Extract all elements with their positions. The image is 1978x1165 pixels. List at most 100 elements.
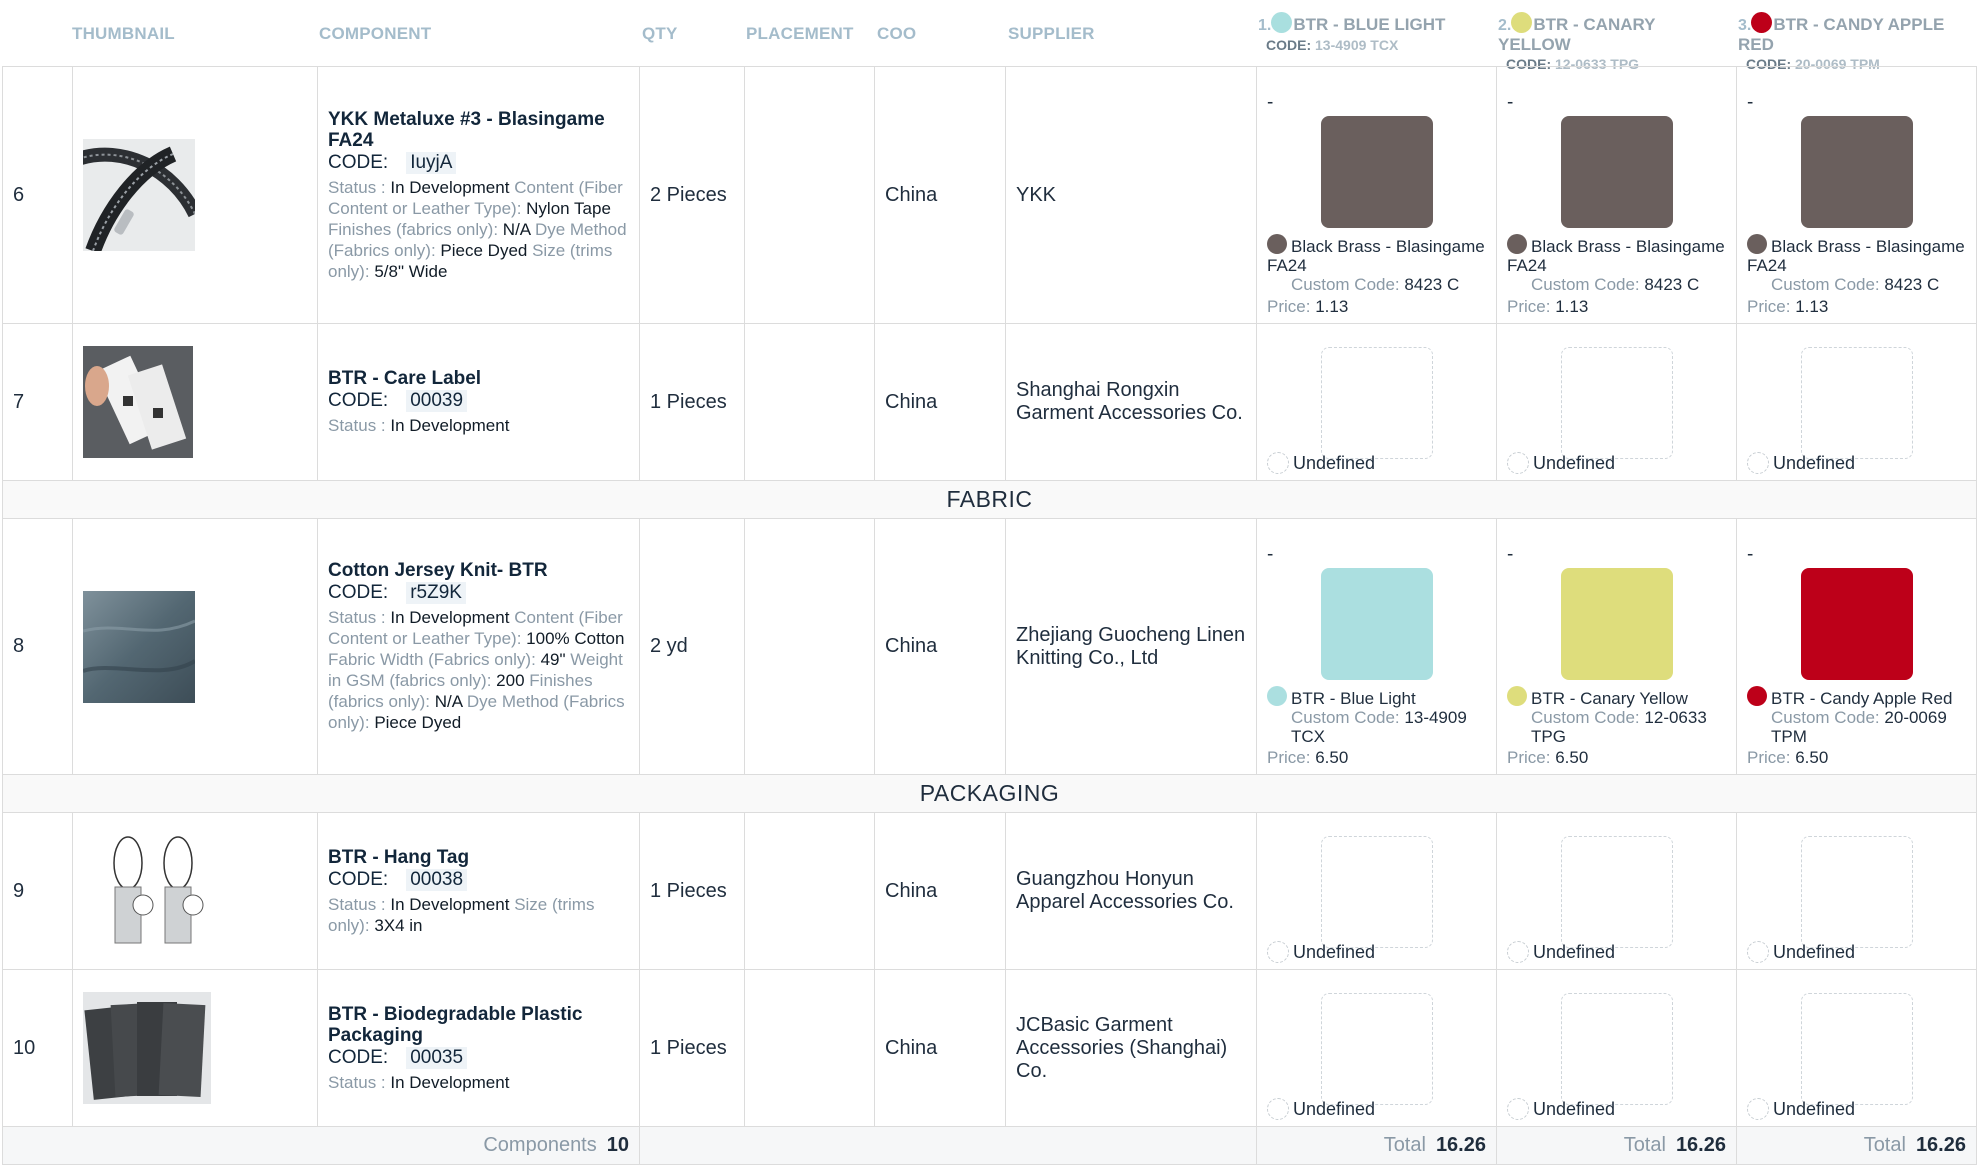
color-cell[interactable]: Undefined: [1736, 323, 1977, 481]
component-cell[interactable]: BTR - Care Label CODE: 00039 Status : In …: [317, 323, 640, 481]
material-swatch[interactable]: [1800, 116, 1913, 228]
color-cell[interactable]: Undefined: [1496, 323, 1737, 481]
material-swatch[interactable]: [1320, 567, 1433, 680]
dash-text: -: [1267, 92, 1274, 113]
qty-cell[interactable]: 2 Pieces: [639, 66, 745, 324]
material-info: BTR - Blue Light Custom Code: 13-4909 TCX: [1267, 685, 1486, 746]
column-header-component[interactable]: COMPONENT: [319, 24, 431, 44]
material-swatch[interactable]: [1800, 567, 1913, 680]
color-header-code: CODE: 13-4909 TCX: [1266, 37, 1399, 53]
column-header-qty[interactable]: QTY: [642, 24, 678, 44]
empty-dot-icon: [1507, 1098, 1529, 1120]
supplier-cell[interactable]: YKK: [1005, 66, 1257, 324]
placement-cell[interactable]: [744, 323, 875, 481]
placement-cell[interactable]: [744, 518, 875, 775]
color-cell[interactable]: - Black Brass - Blasingame FA24 Custom Co…: [1256, 66, 1497, 324]
color-cell[interactable]: Undefined: [1496, 969, 1737, 1127]
color-cell[interactable]: - Black Brass - Blasingame FA24 Custom Co…: [1736, 66, 1977, 324]
color-cell[interactable]: Undefined: [1256, 969, 1497, 1127]
hang-tag-thumbnail[interactable]: [83, 835, 223, 947]
empty-dot-icon: [1747, 1098, 1769, 1120]
packaging-thumbnail[interactable]: [83, 992, 211, 1104]
empty-swatch[interactable]: [1320, 347, 1433, 459]
empty-swatch[interactable]: [1320, 993, 1433, 1105]
empty-swatch[interactable]: [1800, 836, 1913, 948]
color-cell[interactable]: Undefined: [1256, 812, 1497, 970]
empty-swatch[interactable]: [1560, 347, 1673, 459]
qty-cell[interactable]: 1 Pieces: [639, 323, 745, 481]
color-header-1[interactable]: 1. BTR - BLUE LIGHT CODE: 13-4909 TCX: [1258, 12, 1468, 55]
care-label-thumbnail[interactable]: [83, 346, 193, 458]
empty-swatch[interactable]: [1560, 993, 1673, 1105]
component-name[interactable]: Cotton Jersey Knit- BTR: [328, 560, 629, 581]
table-row[interactable]: 6 YKK Metaluxe #3 - Blasingame FA24 CODE…: [2, 66, 1977, 324]
fabric-thumbnail[interactable]: [83, 590, 195, 703]
component-name[interactable]: YKK Metaluxe #3 - Blasingame FA24: [328, 109, 629, 151]
component-name[interactable]: BTR - Care Label: [328, 368, 629, 389]
component-cell[interactable]: YKK Metaluxe #3 - Blasingame FA24 CODE: I…: [317, 66, 640, 324]
thumbnail-cell: [72, 969, 318, 1127]
table-row[interactable]: 8 Cotton Jersey Knit- BTR CODE: r5Z9K Sta…: [2, 518, 1977, 775]
placement-cell[interactable]: [744, 969, 875, 1127]
placement-cell[interactable]: [744, 66, 875, 324]
color-cell[interactable]: - Black Brass - Blasingame FA24 Custom Co…: [1496, 66, 1737, 324]
section-row-packaging: PACKAGING: [2, 774, 1977, 813]
column-header-placement[interactable]: PLACEMENT: [746, 24, 854, 44]
empty-swatch[interactable]: [1800, 347, 1913, 459]
color-cell[interactable]: Undefined: [1736, 969, 1977, 1127]
material-swatch[interactable]: [1560, 567, 1673, 680]
component-name[interactable]: BTR - Hang Tag: [328, 847, 629, 868]
empty-swatch[interactable]: [1800, 993, 1913, 1105]
component-code: CODE: 00039: [328, 390, 629, 412]
qty-cell[interactable]: 1 Pieces: [639, 812, 745, 970]
qty-cell[interactable]: 2 yd: [639, 518, 745, 775]
column-header-supplier[interactable]: SUPPLIER: [1008, 24, 1095, 44]
material-swatch[interactable]: [1320, 116, 1433, 228]
coo-cell[interactable]: China: [874, 812, 1006, 970]
material-dot-icon: [1267, 234, 1287, 254]
material-dot-icon: [1507, 685, 1527, 706]
component-cell[interactable]: BTR - Biodegradable Plastic Packaging CO…: [317, 969, 640, 1127]
material-swatch[interactable]: [1560, 116, 1673, 228]
footer-spacer: [639, 1126, 1257, 1165]
supplier-cell[interactable]: Zhejiang Guocheng Linen Knitting Co., Lt…: [1005, 518, 1257, 775]
coo-cell[interactable]: China: [874, 969, 1006, 1127]
column-header-coo[interactable]: COO: [877, 24, 916, 44]
supplier-cell[interactable]: Guangzhou Honyun Apparel Accessories Co.: [1005, 812, 1257, 970]
component-cell[interactable]: Cotton Jersey Knit- BTR CODE: r5Z9K Statu…: [317, 518, 640, 775]
price-text: Price: 1.13: [1747, 297, 1829, 316]
color-cell[interactable]: - BTR - Blue Light Custom Code: 13-4909 T…: [1256, 518, 1497, 775]
material-dot-icon: [1507, 234, 1527, 254]
undefined-material: Undefined: [1267, 941, 1375, 963]
supplier-cell[interactable]: Shanghai Rongxin Garment Accessories Co.: [1005, 323, 1257, 481]
empty-dot-icon: [1267, 1098, 1289, 1120]
component-name[interactable]: BTR - Biodegradable Plastic Packaging: [328, 1004, 629, 1046]
color-header-3[interactable]: 3. BTR - CANDY APPLE RED CODE: 20-0069 TP…: [1738, 12, 1966, 74]
zipper-thumbnail[interactable]: [83, 139, 195, 251]
qty-cell[interactable]: 1 Pieces: [639, 969, 745, 1127]
component-code: CODE: r5Z9K: [328, 582, 629, 604]
column-header-thumbnail[interactable]: THUMBNAIL: [72, 24, 175, 44]
supplier-cell[interactable]: JCBasic Garment Accessories (Shanghai) C…: [1005, 969, 1257, 1127]
empty-swatch[interactable]: [1320, 836, 1433, 948]
component-cell[interactable]: BTR - Hang Tag CODE: 00038 Status : In De…: [317, 812, 640, 970]
empty-swatch[interactable]: [1560, 836, 1673, 948]
coo-cell[interactable]: China: [874, 323, 1006, 481]
color-header-number: 3.: [1738, 17, 1752, 34]
table-row[interactable]: 9 BTR - Hang Tag CODE: 00038 Status : In …: [2, 812, 1977, 970]
placement-cell[interactable]: [744, 812, 875, 970]
color-cell[interactable]: - BTR - Canary Yellow Custom Code: 12-063…: [1496, 518, 1737, 775]
coo-cell[interactable]: China: [874, 66, 1006, 324]
color-cell[interactable]: Undefined: [1736, 812, 1977, 970]
row-index: 8: [2, 518, 73, 775]
color-cell[interactable]: Undefined: [1256, 323, 1497, 481]
color-header-2[interactable]: 2. BTR - CANARY YELLOW CODE: 12-0633 TPG: [1498, 12, 1688, 74]
color-header-name: BTR - BLUE LIGHT: [1293, 15, 1446, 34]
thumbnail-cell: [72, 812, 318, 970]
table-row[interactable]: 7 BTR - Care Label CODE: 00039 Status : I…: [2, 323, 1977, 481]
coo-cell[interactable]: China: [874, 518, 1006, 775]
material-info: BTR - Canary Yellow Custom Code: 12-0633 …: [1507, 685, 1726, 746]
table-row[interactable]: 10 BTR - Biodegradable Plastic Packaging…: [2, 969, 1977, 1127]
color-cell[interactable]: - BTR - Candy Apple Red Custom Code: 20-0…: [1736, 518, 1977, 775]
color-cell[interactable]: Undefined: [1496, 812, 1737, 970]
